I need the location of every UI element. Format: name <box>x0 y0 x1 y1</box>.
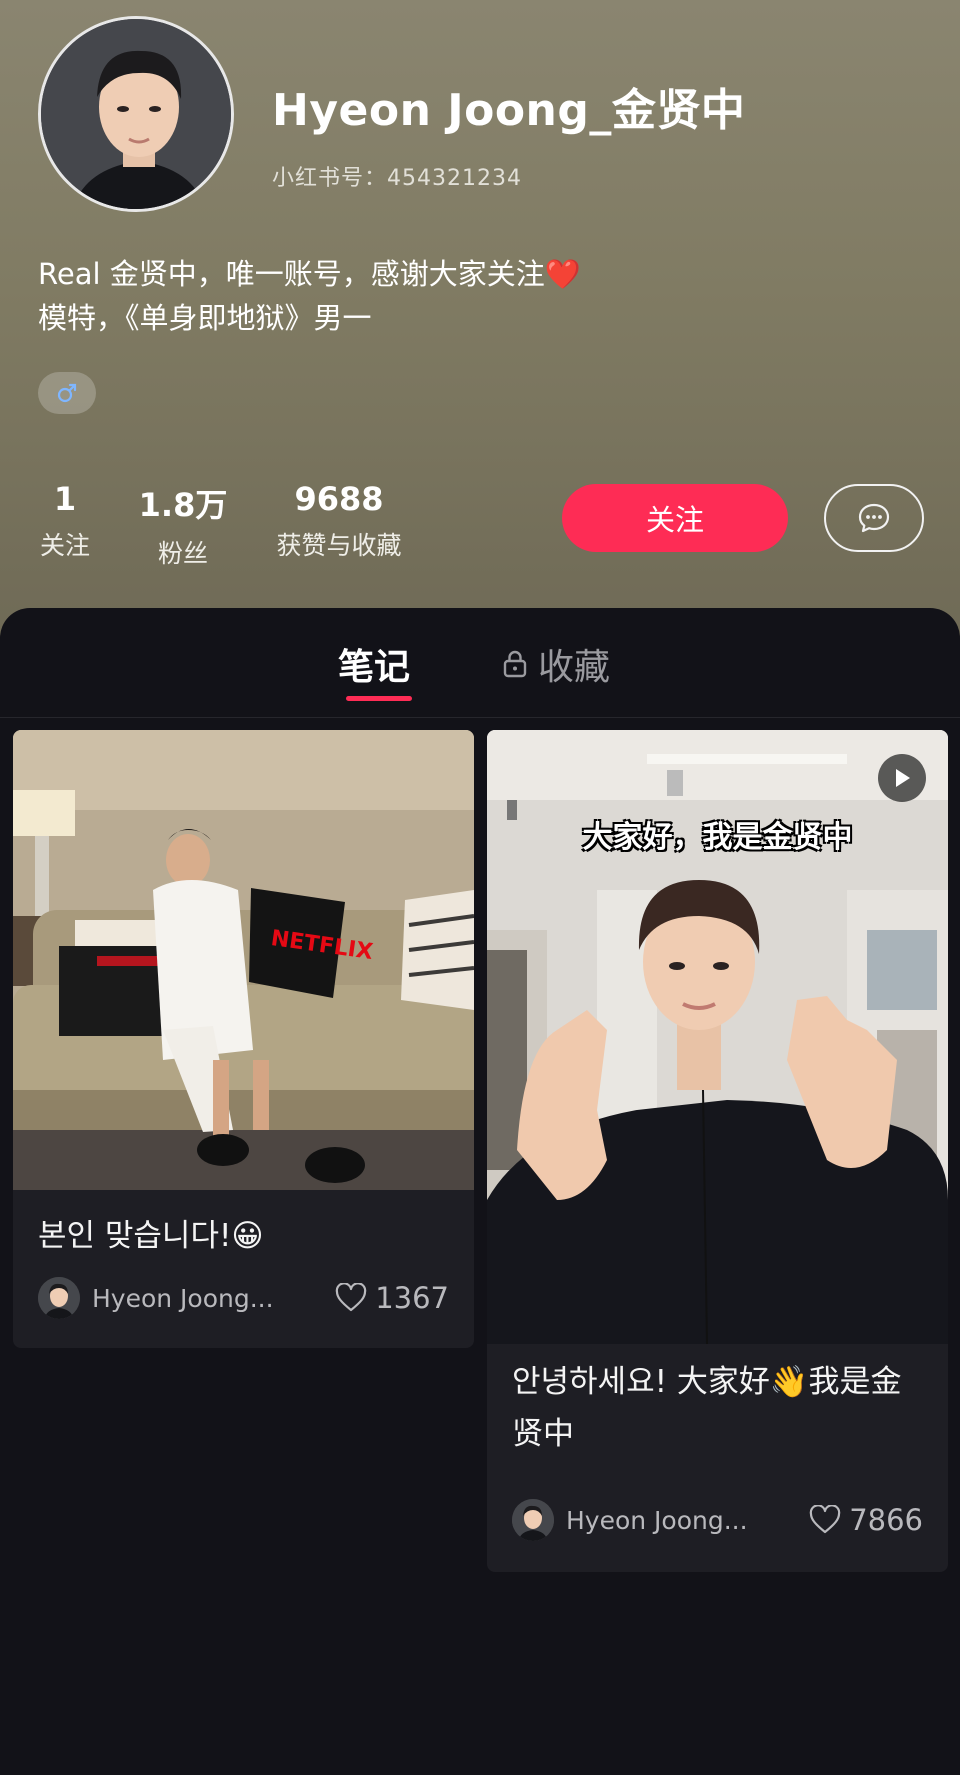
like-count-value: 1367 <box>375 1281 449 1315</box>
profile-bio: Real 金贤中，唯一账号，感谢大家关注❤️ 模特，《单身即地狱》男一 <box>38 252 581 340</box>
author-avatar[interactable] <box>512 1499 554 1541</box>
avatar-portrait-image <box>41 19 231 209</box>
bio-line-2: 模特，《单身即地狱》男一 <box>38 301 372 335</box>
note-meta: Hyeon Joong... 1367 <box>38 1276 449 1320</box>
like-count[interactable]: 1367 <box>335 1281 449 1315</box>
heart-icon <box>335 1283 367 1312</box>
gender-badge <box>38 372 96 414</box>
tab-collections-label: 收藏 <box>538 647 611 688</box>
author-avatar-image <box>512 1499 554 1541</box>
bio-line-1: Real 金贤中，唯一账号，感谢大家关注❤️ <box>38 252 581 296</box>
heart-icon <box>809 1505 841 1534</box>
video-overlay-caption: 大家好，我是金贤中 <box>582 820 853 855</box>
tab-active-indicator <box>346 696 412 701</box>
author-name[interactable]: Hyeon Joong... <box>92 1284 292 1313</box>
profile-header: Hyeon Joong_金贤中 小红书号：454321234 Real 金贤中，… <box>0 0 960 640</box>
stat-following-label: 关注 <box>39 531 90 560</box>
author-avatar-image <box>38 1277 80 1319</box>
profile-name: Hyeon Joong_金贤中 <box>272 85 746 136</box>
note-card[interactable]: NETFLIX 본인 맞습니다!😀 Hyeon Joong... 1367 <box>13 730 474 1348</box>
stat-likes-collects[interactable]: 9688 获赞与收藏 <box>264 480 414 562</box>
chat-bubble-icon <box>858 503 890 533</box>
video-badge <box>878 754 926 802</box>
play-icon <box>896 769 910 787</box>
stat-likes-collects-value: 9688 <box>294 480 384 518</box>
heart-emoji-icon: ❤️ <box>544 257 581 291</box>
profile-tabs: 笔记 收藏 <box>0 608 960 718</box>
male-symbol-icon <box>57 383 77 403</box>
note-thumbnail[interactable]: NETFLIX <box>13 730 474 1190</box>
author-name[interactable]: Hyeon Joong... <box>566 1506 766 1535</box>
like-count[interactable]: 7866 <box>809 1503 923 1537</box>
bio-line-1-text: Real 金贤中，唯一账号，感谢大家关注 <box>38 257 545 291</box>
profile-user-id[interactable]: 小红书号：454321234 <box>272 160 522 192</box>
profile-avatar[interactable] <box>38 16 234 212</box>
tab-collections[interactable]: 收藏 <box>502 638 610 690</box>
note-title[interactable]: 본인 맞습니다!😀 <box>38 1210 458 1262</box>
stat-following[interactable]: 1 关注 <box>38 480 92 562</box>
stat-followers-label: 粉丝 <box>157 539 208 568</box>
stat-likes-collects-label: 获赞与收藏 <box>276 531 402 560</box>
content-panel: 笔记 收藏 NETFLIX 본인 맞습니다!😀 Hyeon Joong... 1… <box>0 608 960 1775</box>
note-photo-image: NETFLIX <box>13 730 474 1190</box>
note-card[interactable]: 大家好，我是金贤中 안녕하세요! 大家好👋我是金贤中 Hyeon Joong..… <box>487 730 948 1572</box>
like-count-value: 7866 <box>849 1503 923 1537</box>
message-button[interactable] <box>824 484 924 552</box>
note-thumbnail[interactable]: 大家好，我是金贤中 <box>487 730 948 1344</box>
author-avatar[interactable] <box>38 1277 80 1319</box>
note-meta: Hyeon Joong... 7866 <box>512 1498 923 1542</box>
stat-followers-value: 1.8万 <box>138 486 228 524</box>
note-title[interactable]: 안녕하세요! 大家好👋我是金贤中 <box>512 1356 932 1460</box>
follow-button[interactable]: 关注 <box>562 484 788 552</box>
stat-followers[interactable]: 1.8万 粉丝 <box>134 480 232 570</box>
tab-notes[interactable]: 笔记 <box>338 638 410 690</box>
lock-icon <box>503 650 527 678</box>
stat-following-value: 1 <box>53 480 77 518</box>
